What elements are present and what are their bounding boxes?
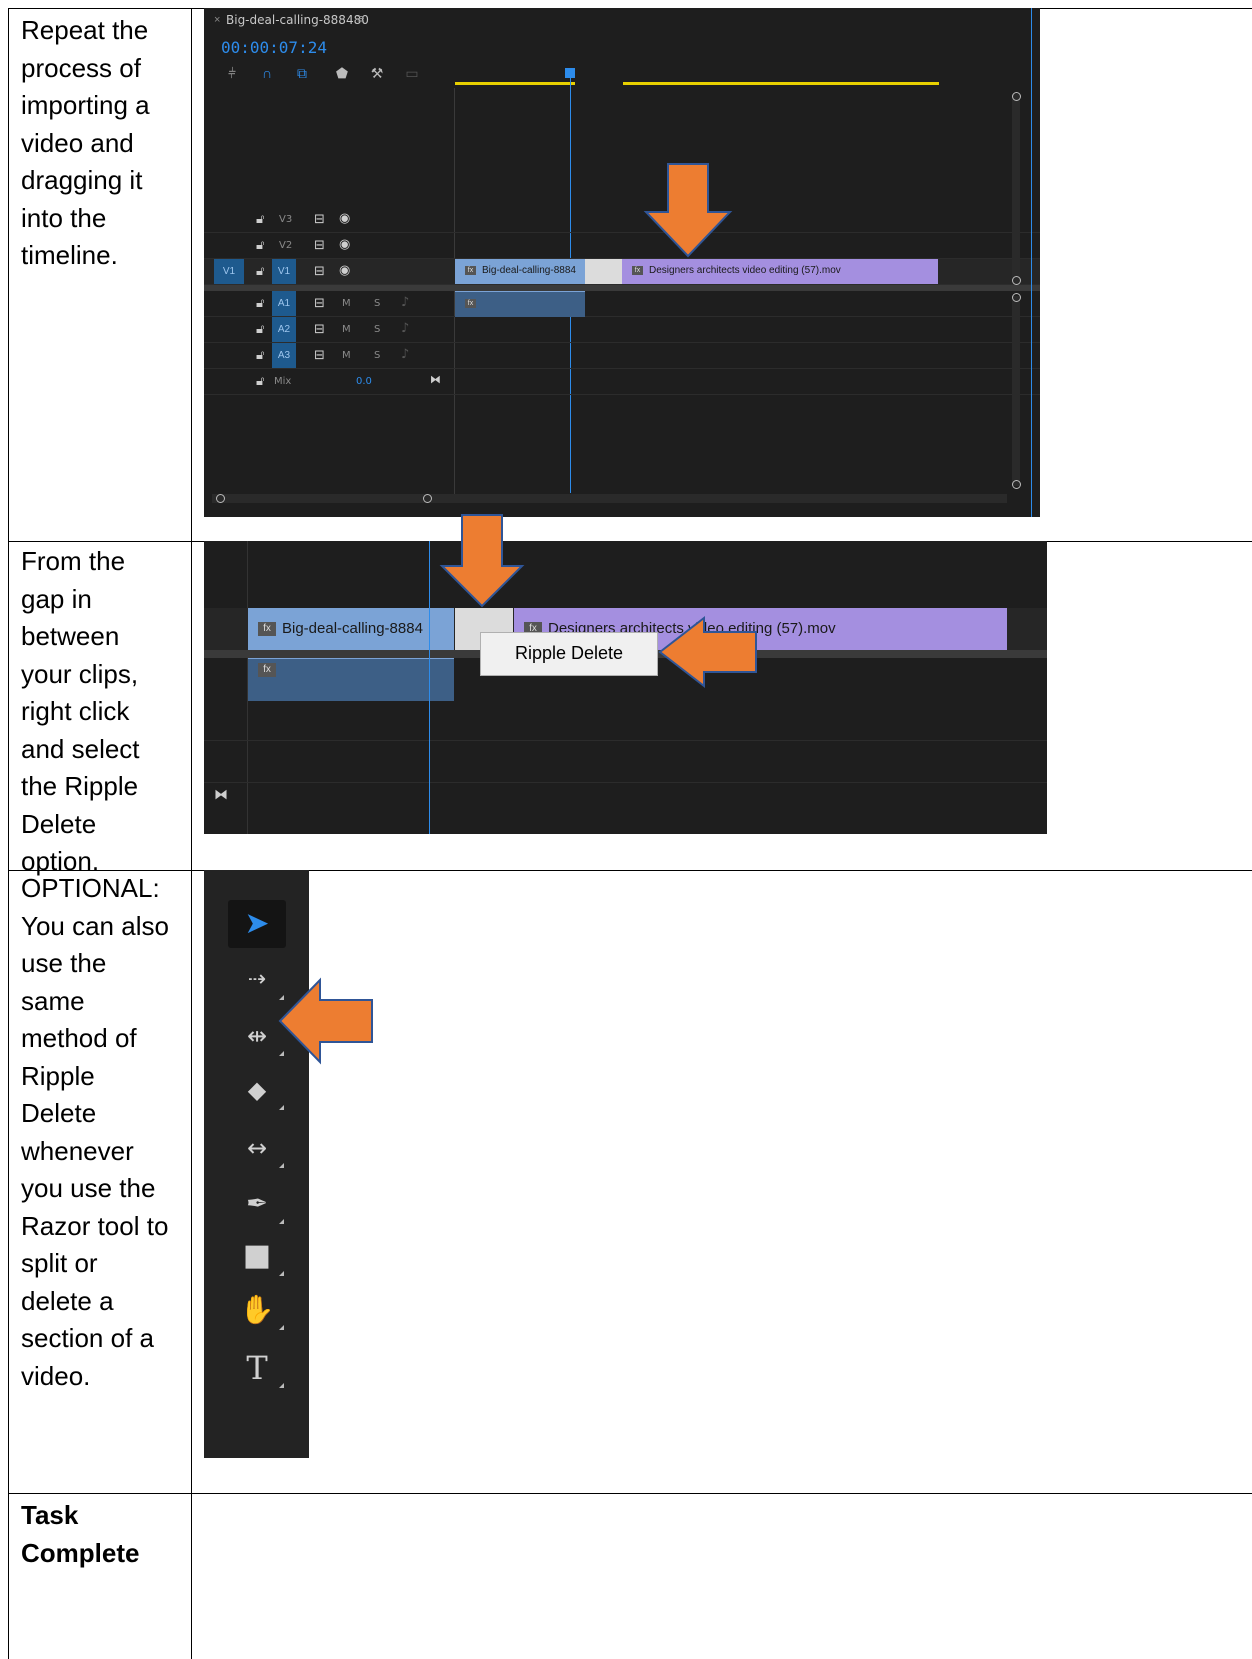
down-arrow-annotation <box>439 514 525 608</box>
annotation-overlay <box>278 163 757 1065</box>
left-arrow-annotation <box>658 615 757 689</box>
left-arrow-annotation <box>278 977 373 1065</box>
down-arrow-annotation <box>643 163 733 258</box>
